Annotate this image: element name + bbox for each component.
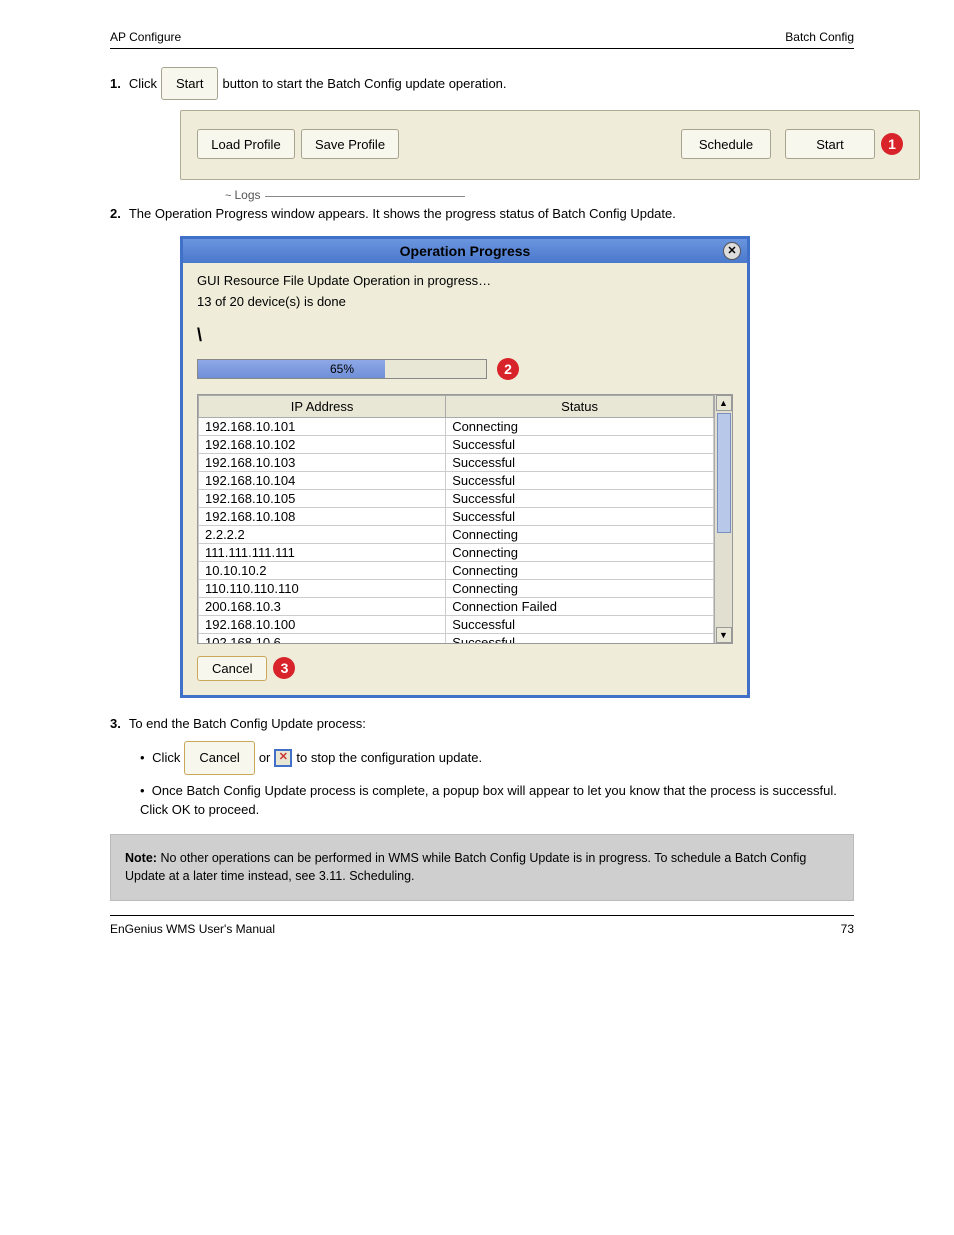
cell-ip: 192.168.10.101 [199, 417, 446, 435]
progress-percent: 65% [198, 360, 486, 378]
note-text: No other operations can be performed in … [125, 851, 806, 884]
cell-status: Connecting [446, 561, 714, 579]
note-label: Note: [125, 851, 157, 865]
step3-text: To end the Batch Config Update process: [129, 712, 366, 735]
scroll-thumb[interactable] [717, 413, 731, 533]
table-row: 192.168.10.105Successful [199, 489, 714, 507]
table-row: 192.168.10.102Successful [199, 435, 714, 453]
bullet-dot: • [140, 746, 148, 769]
page-footer: EnGenius WMS User's Manual 73 [110, 915, 854, 936]
logs-label: Logs [234, 188, 260, 202]
dialog-titlebar: Operation Progress ✕ [183, 239, 747, 263]
callout-badge-2: 2 [497, 358, 519, 380]
step1-num: 1. [110, 72, 121, 95]
bullet-dot-2: • [140, 783, 148, 798]
progress-bar: 65% [197, 359, 487, 379]
table-row: 192.168.10.108Successful [199, 507, 714, 525]
cell-ip: 110.110.110.110 [199, 579, 446, 597]
table-row: 192.168.10.104Successful [199, 471, 714, 489]
footer-right: 73 [841, 922, 854, 936]
dialog-count: 13 of 20 device(s) is done [197, 294, 733, 309]
close-icon-inline[interactable]: ✕ [274, 749, 292, 767]
note-box: Note: No other operations can be perform… [110, 834, 854, 902]
close-icon[interactable]: ✕ [723, 242, 741, 260]
start-button[interactable]: Start [785, 129, 875, 159]
cell-status: Successful [446, 633, 714, 643]
footer-left: EnGenius WMS User's Manual [110, 922, 275, 936]
status-table-container: IP Address Status 192.168.10.101Connecti… [197, 394, 733, 644]
spinner-icon: \ [197, 325, 733, 346]
bullet-a-mid: or [259, 746, 271, 769]
load-profile-button[interactable]: Load Profile [197, 129, 295, 159]
status-table: IP Address Status 192.168.10.101Connecti… [198, 395, 714, 643]
scroll-up-icon[interactable]: ▲ [716, 395, 732, 411]
cell-status: Connecting [446, 543, 714, 561]
start-button-inline[interactable]: Start [161, 67, 218, 100]
toolbar-screenshot: Load Profile Save Profile Schedule Start… [180, 110, 920, 180]
cell-status: Connecting [446, 525, 714, 543]
scroll-down-icon[interactable]: ▼ [716, 627, 732, 643]
cell-status: Connecting [446, 579, 714, 597]
dialog-title-text: Operation Progress [400, 243, 531, 259]
col-status: Status [446, 395, 714, 417]
callout-badge-3: 3 [273, 657, 295, 679]
cell-ip: 192.168.10.102 [199, 435, 446, 453]
cancel-button[interactable]: Cancel [197, 656, 267, 681]
logs-fragment: ~ Logs [225, 188, 854, 202]
table-row: 102.168.10.6Successful [199, 633, 714, 643]
cell-ip: 192.168.10.108 [199, 507, 446, 525]
cell-ip: 200.168.10.3 [199, 597, 446, 615]
step1-text-b: button to start the Batch Config update … [222, 72, 506, 95]
step-2: 2. The Operation Progress window appears… [110, 202, 854, 225]
dialog-message: GUI Resource File Update Operation in pr… [197, 273, 733, 288]
scrollbar[interactable]: ▲ ▼ [714, 395, 732, 643]
step-3: 3. To end the Batch Config Update proces… [110, 712, 854, 820]
header-right: Batch Config [785, 30, 854, 44]
cell-ip: 111.111.111.111 [199, 543, 446, 561]
cell-status: Successful [446, 507, 714, 525]
cell-ip: 102.168.10.6 [199, 633, 446, 643]
table-row: 111.111.111.111Connecting [199, 543, 714, 561]
page-header: AP Configure Batch Config [110, 30, 854, 49]
cell-ip: 192.168.10.103 [199, 453, 446, 471]
table-row: 10.10.10.2Connecting [199, 561, 714, 579]
cell-status: Successful [446, 453, 714, 471]
bullet-a-pre: Click [152, 746, 180, 769]
step1-text-a: Click [129, 72, 157, 95]
bullet-b: Once Batch Config Update process is comp… [140, 783, 837, 818]
callout-badge-1: 1 [881, 133, 903, 155]
table-row: 110.110.110.110Connecting [199, 579, 714, 597]
col-ip: IP Address [199, 395, 446, 417]
cell-ip: 192.168.10.100 [199, 615, 446, 633]
save-profile-button[interactable]: Save Profile [301, 129, 399, 159]
table-row: 192.168.10.101Connecting [199, 417, 714, 435]
cell-ip: 2.2.2.2 [199, 525, 446, 543]
step3-num: 3. [110, 712, 121, 735]
operation-progress-dialog: Operation Progress ✕ GUI Resource File U… [180, 236, 750, 698]
cell-ip: 10.10.10.2 [199, 561, 446, 579]
table-row: 192.168.10.103Successful [199, 453, 714, 471]
step2-text: The Operation Progress window appears. I… [129, 202, 676, 225]
cell-ip: 192.168.10.104 [199, 471, 446, 489]
cell-status: Connecting [446, 417, 714, 435]
cell-status: Successful [446, 471, 714, 489]
header-left: AP Configure [110, 30, 181, 44]
step-1: 1. Click Start button to start the Batch… [110, 67, 854, 100]
cell-status: Connection Failed [446, 597, 714, 615]
cell-ip: 192.168.10.105 [199, 489, 446, 507]
step2-num: 2. [110, 202, 121, 225]
cell-status: Successful [446, 489, 714, 507]
cell-status: Successful [446, 615, 714, 633]
table-row: 192.168.10.100Successful [199, 615, 714, 633]
bullet-a-post: to stop the configuration update. [296, 746, 482, 769]
cancel-button-inline[interactable]: Cancel [184, 741, 254, 774]
schedule-button[interactable]: Schedule [681, 129, 771, 159]
table-row: 2.2.2.2Connecting [199, 525, 714, 543]
table-row: 200.168.10.3Connection Failed [199, 597, 714, 615]
cell-status: Successful [446, 435, 714, 453]
